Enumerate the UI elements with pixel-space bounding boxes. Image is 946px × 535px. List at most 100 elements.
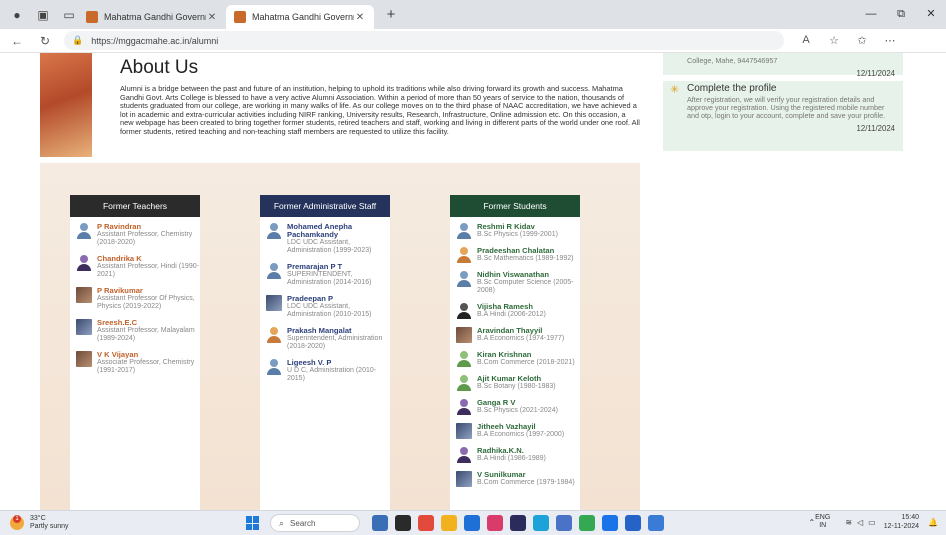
person-entry[interactable]: Reshmi R Kidav B.Sc Physics (1999-2001) (456, 223, 580, 239)
person-entry[interactable]: P Ravindran Assistant Professor, Chemistr… (76, 223, 200, 247)
person-name[interactable]: Kiran Krishnan (477, 351, 575, 359)
tab-title: Mahatma Gandhi Government Ar (252, 12, 354, 22)
person-entry[interactable]: Ajit Kumar Keloth B.Sc Botany (1980-1983) (456, 375, 580, 391)
lock-icon[interactable]: 🔒 (72, 35, 83, 46)
restore-button[interactable]: ⧉ (886, 0, 916, 29)
avatar (76, 255, 92, 271)
person-entry[interactable]: Premarajan P T SUPERINTENDENT, Administra… (266, 263, 390, 287)
person-entry[interactable]: Ligeesh V. PU D C, Administration (2010-… (266, 359, 390, 383)
person-name[interactable]: P Ravindran (97, 223, 200, 231)
taskbar-app-icon[interactable] (533, 515, 549, 531)
person-name[interactable]: Nidhin Viswanathan (477, 271, 580, 279)
refresh-button[interactable]: ↻ (34, 34, 56, 48)
browser-tab[interactable]: Mahatma Gandhi Government Ar ✕ (78, 5, 226, 29)
person-name[interactable]: Reshmi R Kidav (477, 223, 558, 231)
person-name[interactable]: Sreesh.E.C (97, 319, 200, 327)
notice-title[interactable]: Complete the profile (687, 84, 895, 94)
person-name[interactable]: Ajit Kumar Keloth (477, 375, 556, 383)
taskbar-app-icon[interactable] (372, 515, 388, 531)
person-entry[interactable]: Kiran Krishnan B.Com Commerce (2018-2021) (456, 351, 580, 367)
favorite-star-icon[interactable]: ☆ (820, 34, 848, 47)
person-name[interactable]: Mohamed Anepha Pachamkandy (287, 223, 390, 239)
person-entry[interactable]: Ganga R V B.Sc Physics (2021-2024) (456, 399, 580, 415)
weather-temp: 33°C (30, 515, 46, 522)
person-name[interactable]: Radhika.K.N. (477, 447, 546, 455)
minimize-button[interactable]: — (856, 0, 886, 29)
former-students-card: Former Students Reshmi R Kidav B.Sc Physi… (450, 195, 580, 510)
volume-icon[interactable]: ◁ (857, 518, 863, 527)
avatar (266, 263, 282, 279)
person-role: Assistant Professor, Hindi (1990-2021) (97, 263, 199, 278)
person-entry[interactable]: Nidhin Viswanathan B.Sc Computer Science … (456, 271, 580, 295)
taskbar-app-icon[interactable] (464, 515, 480, 531)
person-entry[interactable]: Radhika.K.N. B.A Hindi (1986-1989) (456, 447, 580, 463)
person-name[interactable]: Pradeeshan Chalatan (477, 247, 574, 255)
close-tab-icon[interactable]: ✕ (354, 12, 366, 23)
read-aloud-icon[interactable]: A (792, 34, 820, 47)
person-entry[interactable]: Chandrika K Assistant Professor, Hindi (1… (76, 255, 200, 279)
person-entry[interactable]: Jitheeh Vazhayil B.A Economics (1997-2000… (456, 423, 580, 439)
person-role: B.A Hindi (2006-2012) (477, 311, 546, 318)
person-name[interactable]: Vijisha Ramesh (477, 303, 546, 311)
taskbar-app-icon[interactable] (579, 515, 595, 531)
person-name[interactable]: Jitheeh Vazhayil (477, 423, 564, 431)
person-role: B.Sc Physics (1999-2001) (477, 231, 558, 238)
person-entry[interactable]: Pradeeshan Chalatan B.Sc Mathematics (198… (456, 247, 580, 263)
person-name[interactable]: Pradeepan P (287, 295, 390, 303)
clock[interactable]: 15:40 12-11-2024 (884, 513, 919, 531)
taskbar-app-icon[interactable] (395, 515, 411, 531)
person-entry[interactable]: V Sunilkumar B.Com Commerce (1979-1984) (456, 471, 580, 487)
avatar (76, 287, 92, 303)
workspaces-icon[interactable]: ▣ (34, 6, 52, 24)
avatar (456, 327, 472, 343)
battery-icon[interactable]: ▭ (868, 518, 876, 527)
taskbar-app-icon[interactable] (418, 515, 434, 531)
person-name[interactable]: V Sunilkumar (477, 471, 575, 479)
person-name[interactable]: Aravindan Thayyil (477, 327, 564, 335)
person-name[interactable]: Premarajan P T (287, 263, 390, 271)
close-window-button[interactable]: ✕ (916, 0, 946, 29)
person-entry[interactable]: Pradeepan P LDC UDC Assistant, Administra… (266, 295, 390, 319)
person-entry[interactable]: Aravindan Thayyil B.A Economics (1974-197… (456, 327, 580, 343)
close-tab-icon[interactable]: ✕ (206, 12, 218, 23)
avatar (266, 223, 282, 239)
notification-bell-icon[interactable]: 🔔 (928, 518, 938, 527)
taskbar-app-icon[interactable] (602, 515, 618, 531)
person-name[interactable]: Ganga R V (477, 399, 558, 407)
person-name[interactable]: Ligeesh V. P (287, 359, 390, 367)
windows-start-icon[interactable] (246, 516, 260, 530)
taskbar-app-icon[interactable] (648, 515, 664, 531)
taskbar-app-icon[interactable] (625, 515, 641, 531)
taskbar-app-icon[interactable] (510, 515, 526, 531)
profile-icon[interactable]: ● (8, 6, 26, 24)
wifi-icon[interactable]: ≋ (845, 518, 852, 527)
more-menu-icon[interactable]: ⋯ (876, 34, 904, 47)
person-entry[interactable]: Prakash Mangalat Superintendent, Administ… (266, 327, 390, 351)
back-button[interactable]: ← (6, 34, 28, 48)
language-indicator[interactable]: ENG IN (815, 514, 830, 530)
browser-tab-active[interactable]: Mahatma Gandhi Government Ar ✕ (226, 5, 374, 29)
person-role: Superintendent, Administration (2018-202… (287, 335, 383, 350)
taskbar-search[interactable]: ⌕ Search (270, 514, 360, 532)
taskbar-app-icon[interactable] (487, 515, 503, 531)
chevron-up-icon[interactable]: ⌃ (808, 518, 815, 527)
person-name[interactable]: P Ravikumar (97, 287, 200, 295)
person-entry[interactable]: Vijisha Ramesh B.A Hindi (2006-2012) (456, 303, 580, 319)
person-name[interactable]: Prakash Mangalat (287, 327, 390, 335)
favorites-icon[interactable]: ✩ (848, 34, 876, 47)
person-name[interactable]: V K Vijayan (97, 351, 200, 359)
new-tab-button[interactable]: + (380, 6, 402, 23)
weather-widget[interactable]: 33°C Partly sunny (10, 515, 160, 531)
person-entry[interactable]: Sreesh.E.C Assistant Professor, Malayalam… (76, 319, 200, 343)
person-entry[interactable]: P Ravikumar Assistant Professor Of Physic… (76, 287, 200, 311)
alumni-directory: Former Teachers P Ravindran Assistant Pro… (40, 163, 640, 510)
avatar (76, 351, 92, 367)
taskbar-app-icon[interactable] (441, 515, 457, 531)
person-entry[interactable]: V K Vijayan Associate Professor, Chemistr… (76, 351, 200, 375)
person-entry[interactable]: Mohamed Anepha Pachamkandy LDC UDC Assist… (266, 223, 390, 255)
url-field[interactable]: 🔒 https://mggacmahe.ac.in/alumni (64, 31, 784, 50)
person-name[interactable]: Chandrika K (97, 255, 200, 263)
taskbar-app-icon[interactable] (556, 515, 572, 531)
tab-actions-icon[interactable]: ▭ (60, 6, 78, 24)
search-icon: ⌕ (279, 517, 285, 528)
